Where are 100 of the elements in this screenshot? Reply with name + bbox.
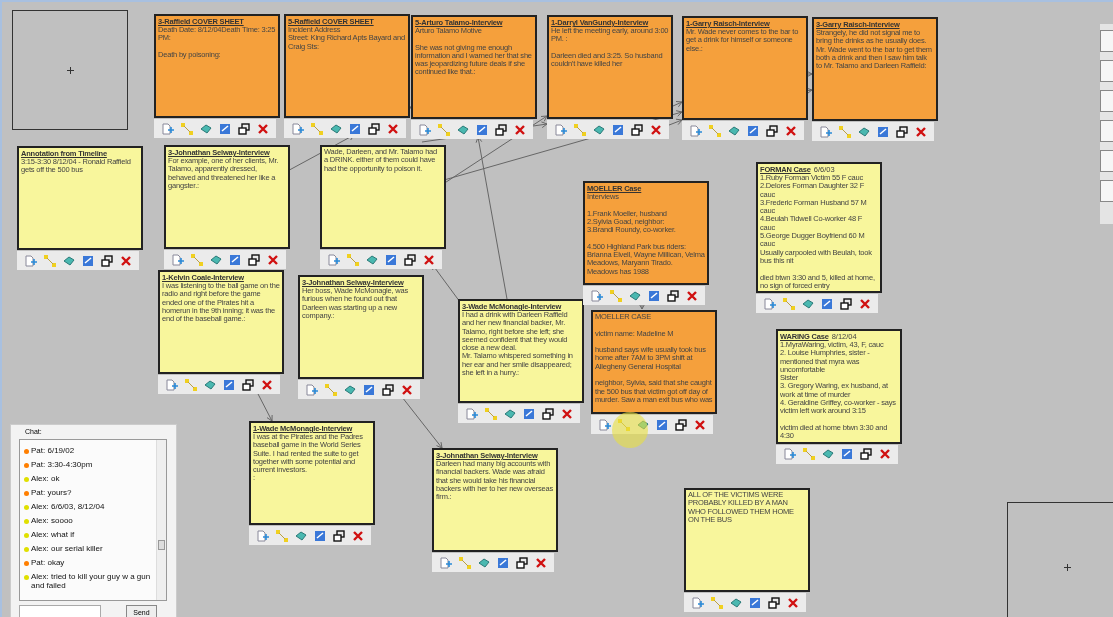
link-icon[interactable]: [708, 124, 721, 137]
windows-icon[interactable]: [237, 122, 250, 135]
windows-icon[interactable]: [767, 596, 780, 609]
link-icon[interactable]: [275, 529, 288, 542]
close-icon[interactable]: [786, 596, 799, 609]
shape-icon[interactable]: [209, 253, 222, 266]
shape-icon[interactable]: [729, 596, 742, 609]
windows-icon[interactable]: [765, 124, 778, 137]
shape-icon[interactable]: [329, 122, 342, 135]
sticky-note[interactable]: [591, 310, 717, 414]
page-plus-icon[interactable]: [554, 123, 567, 136]
link-icon[interactable]: [573, 123, 586, 136]
edit-icon[interactable]: [475, 123, 488, 136]
edit-icon[interactable]: [647, 289, 660, 302]
sticky-note[interactable]: [583, 181, 709, 285]
link-icon[interactable]: [484, 407, 497, 420]
page-plus-icon[interactable]: [291, 122, 304, 135]
close-icon[interactable]: [513, 123, 526, 136]
link-icon[interactable]: [190, 253, 203, 266]
close-icon[interactable]: [685, 289, 698, 302]
close-icon[interactable]: [422, 253, 435, 266]
page-plus-icon[interactable]: [598, 418, 611, 431]
windows-icon[interactable]: [895, 125, 908, 138]
close-icon[interactable]: [534, 556, 547, 569]
link-icon[interactable]: [609, 289, 622, 302]
link-icon[interactable]: [802, 448, 815, 461]
shape-icon[interactable]: [456, 123, 469, 136]
edit-icon[interactable]: [840, 448, 853, 461]
close-icon[interactable]: [914, 125, 927, 138]
link-icon[interactable]: [324, 383, 337, 396]
windows-icon[interactable]: [541, 407, 554, 420]
sticky-note[interactable]: [756, 162, 882, 294]
message-field[interactable]: [19, 605, 101, 617]
edit-icon[interactable]: [746, 124, 759, 137]
windows-icon[interactable]: [674, 418, 687, 431]
sticky-note[interactable]: [458, 299, 584, 403]
windows-icon[interactable]: [332, 529, 345, 542]
scroll-thumb[interactable]: [158, 540, 165, 550]
shape-icon[interactable]: [62, 254, 75, 267]
close-icon[interactable]: [693, 418, 706, 431]
link-icon[interactable]: [458, 556, 471, 569]
close-icon[interactable]: [266, 253, 279, 266]
close-icon[interactable]: [649, 123, 662, 136]
shape-icon[interactable]: [727, 124, 740, 137]
page-plus-icon[interactable]: [305, 383, 318, 396]
edit-icon[interactable]: [384, 253, 397, 266]
close-icon[interactable]: [256, 122, 269, 135]
sticky-note[interactable]: [776, 329, 902, 444]
tool-icon[interactable]: [1100, 150, 1113, 172]
windows-icon[interactable]: [515, 556, 528, 569]
windows-icon[interactable]: [381, 383, 394, 396]
link-icon[interactable]: [437, 123, 450, 136]
link-icon[interactable]: [310, 122, 323, 135]
link-icon[interactable]: [184, 378, 197, 391]
close-icon[interactable]: [386, 122, 399, 135]
close-icon[interactable]: [260, 378, 273, 391]
page-plus-icon[interactable]: [819, 125, 832, 138]
page-plus-icon[interactable]: [763, 297, 776, 310]
tool-icon[interactable]: [1100, 60, 1113, 82]
edit-icon[interactable]: [81, 254, 94, 267]
shape-icon[interactable]: [857, 125, 870, 138]
close-icon[interactable]: [858, 297, 871, 310]
shape-icon[interactable]: [477, 556, 490, 569]
page-plus-icon[interactable]: [590, 289, 603, 302]
close-icon[interactable]: [878, 448, 891, 461]
shape-icon[interactable]: [592, 123, 605, 136]
shape-icon[interactable]: [801, 297, 814, 310]
edit-icon[interactable]: [876, 125, 889, 138]
link-icon[interactable]: [43, 254, 56, 267]
close-icon[interactable]: [784, 124, 797, 137]
edit-icon[interactable]: [222, 378, 235, 391]
page-plus-icon[interactable]: [691, 596, 704, 609]
page-plus-icon[interactable]: [418, 123, 431, 136]
page-plus-icon[interactable]: [327, 253, 340, 266]
page-plus-icon[interactable]: [165, 378, 178, 391]
page-plus-icon[interactable]: [439, 556, 452, 569]
link-icon[interactable]: [346, 253, 359, 266]
edit-icon[interactable]: [362, 383, 375, 396]
edit-icon[interactable]: [228, 253, 241, 266]
sticky-note[interactable]: [812, 17, 938, 121]
page-plus-icon[interactable]: [24, 254, 37, 267]
tool-icon[interactable]: [1100, 30, 1113, 52]
close-icon[interactable]: [119, 254, 132, 267]
edit-icon[interactable]: [820, 297, 833, 310]
page-plus-icon[interactable]: [161, 122, 174, 135]
shape-icon[interactable]: [503, 407, 516, 420]
page-plus-icon[interactable]: [256, 529, 269, 542]
tool-icon[interactable]: [1100, 90, 1113, 112]
windows-icon[interactable]: [100, 254, 113, 267]
shape-icon[interactable]: [343, 383, 356, 396]
windows-icon[interactable]: [247, 253, 260, 266]
scrollbar[interactable]: [156, 440, 166, 600]
edit-icon[interactable]: [611, 123, 624, 136]
shape-icon[interactable]: [203, 378, 216, 391]
windows-icon[interactable]: [241, 378, 254, 391]
windows-icon[interactable]: [666, 289, 679, 302]
windows-icon[interactable]: [859, 448, 872, 461]
edit-icon[interactable]: [655, 418, 668, 431]
edit-icon[interactable]: [496, 556, 509, 569]
shape-icon[interactable]: [294, 529, 307, 542]
